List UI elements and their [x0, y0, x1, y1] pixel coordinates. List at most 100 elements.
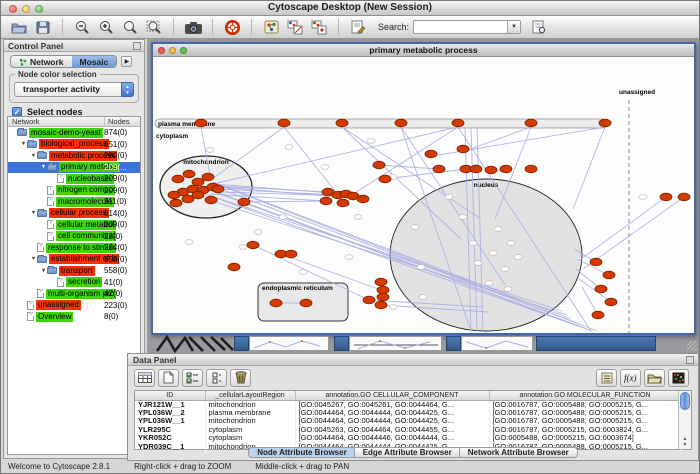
network-node[interactable]: [373, 161, 385, 169]
network-edge[interactable]: [465, 127, 531, 151]
attribute-table-icon[interactable]: [134, 369, 155, 387]
tab-edge-attribute-browser[interactable]: Edge Attribute Browser: [354, 447, 461, 458]
tab-node-attribute-browser[interactable]: Node Attribute Browser: [248, 447, 356, 458]
network-node[interactable]: [212, 185, 224, 193]
zoom-out-icon[interactable]: [70, 18, 94, 37]
zoom-fit-icon[interactable]: [142, 18, 166, 37]
open-file-icon[interactable]: [7, 18, 31, 37]
network-node[interactable]: [660, 193, 672, 201]
network-node[interactable]: [470, 165, 482, 173]
tree-row[interactable]: macromolecule311(0): [8, 196, 140, 208]
select-attributes-icon[interactable]: [182, 369, 203, 387]
network-window-titlebar[interactable]: primary metabolic process: [153, 44, 694, 57]
network-node[interactable]: [595, 285, 607, 293]
table-row[interactable]: YKR052Ccytoplasm[GO:0044464, GO:0044446,…: [135, 434, 681, 442]
network-node[interactable]: [285, 250, 297, 258]
tree-row[interactable]: ▼cellular process614(0): [8, 208, 140, 220]
network-node[interactable]: [433, 165, 445, 173]
network-node[interactable]: [192, 178, 204, 186]
column-header[interactable]: annotation.GO MOLECULAR_FUNCTION: [489, 391, 681, 400]
tree-row[interactable]: ▼biological_process651(0): [8, 139, 140, 151]
network-node[interactable]: [172, 175, 184, 183]
disclosure-triangle[interactable]: ▼: [40, 268, 47, 274]
network-node-outline[interactable]: [469, 241, 477, 246]
table-row[interactable]: YJR121W__1mitochondrion[GO:0045267, GO:0…: [135, 400, 681, 409]
network-node-outline[interactable]: [507, 241, 515, 246]
network-node-outline[interactable]: [417, 265, 425, 270]
attribute-mapper-icon[interactable]: [307, 18, 331, 37]
network-node[interactable]: [168, 191, 180, 199]
import-attributes-icon[interactable]: [644, 369, 665, 387]
search-dropdown-arrow[interactable]: ▼: [507, 21, 520, 33]
network-node[interactable]: [357, 195, 369, 203]
attribute-list-icon[interactable]: [596, 369, 617, 387]
network-node[interactable]: [336, 119, 348, 127]
network-node[interactable]: [457, 145, 469, 153]
network-node[interactable]: [238, 198, 250, 206]
network-node[interactable]: [270, 299, 282, 307]
network-node[interactable]: [592, 311, 604, 319]
network-node[interactable]: [599, 119, 611, 127]
tree-row[interactable]: unassigned223(0): [8, 300, 140, 312]
network-node-outline[interactable]: [206, 148, 214, 153]
search-input[interactable]: ▼: [413, 20, 521, 34]
tree-row[interactable]: multi-organism pro42(0): [8, 288, 140, 300]
network-node-outline[interactable]: [354, 215, 362, 220]
network-node[interactable]: [603, 271, 615, 279]
network-node-outline[interactable]: [254, 230, 262, 235]
network-graph[interactable]: plasma membranemitochondrionnucleusendop…: [153, 57, 694, 333]
network-node[interactable]: [485, 166, 497, 174]
network-node-outline[interactable]: [299, 270, 307, 275]
network-edge[interactable]: [355, 127, 458, 193]
disclosure-triangle[interactable]: ▼: [30, 256, 37, 262]
network-node-outline[interactable]: [501, 267, 509, 272]
network-node[interactable]: [525, 165, 537, 173]
tree-header[interactable]: Network Nodes: [8, 117, 140, 127]
formula-builder-icon[interactable]: f(x): [620, 369, 641, 387]
network-node[interactable]: [337, 199, 349, 207]
column-header[interactable]: _cellularLayoutRegion: [205, 391, 295, 400]
disclosure-triangle[interactable]: ▼: [20, 141, 27, 147]
network-node-outline[interactable]: [504, 287, 512, 292]
tab-network[interactable]: Network: [11, 56, 72, 67]
network-node-outline[interactable]: [321, 165, 329, 170]
network-edge[interactable]: [284, 127, 336, 192]
network-edge[interactable]: [244, 201, 326, 202]
network-edge[interactable]: [581, 197, 666, 259]
scrollbar-thumb[interactable]: [680, 392, 690, 410]
network-node-outline[interactable]: [494, 227, 502, 232]
tree-row[interactable]: ▼establishment of lo558(0): [8, 254, 140, 266]
table-scrollbar[interactable]: ▲▼: [678, 391, 691, 449]
network-edge[interactable]: [342, 127, 481, 219]
tree-column-nodes[interactable]: Nodes: [104, 117, 140, 126]
network-node-outline[interactable]: [239, 245, 247, 250]
table-row[interactable]: YPL036W__1mitochondrion[GO:0044464, GO:0…: [135, 417, 681, 425]
tree-row[interactable]: nucleobase-209(0): [8, 173, 140, 185]
network-node[interactable]: [678, 193, 690, 201]
search-options-icon[interactable]: [527, 18, 551, 37]
network-node[interactable]: [205, 196, 217, 204]
network-node[interactable]: [320, 197, 332, 205]
table-row[interactable]: YPL036W__2plasma membrane[GO:0044464, GO…: [135, 409, 681, 417]
network-node-outline[interactable]: [489, 251, 497, 256]
network-node-outline[interactable]: [419, 295, 427, 300]
network-node[interactable]: [300, 299, 312, 307]
column-header[interactable]: annotation.GO CELLULAR_COMPONENT: [295, 391, 489, 400]
network-node[interactable]: [377, 293, 389, 301]
tree-row[interactable]: cell communicat22(0): [8, 231, 140, 243]
network-overview-icon[interactable]: [259, 18, 283, 37]
network-node-outline[interactable]: [445, 195, 453, 200]
unselect-attributes-icon[interactable]: [206, 369, 227, 387]
float-panel-icon[interactable]: [686, 356, 694, 364]
save-session-icon[interactable]: [31, 18, 55, 37]
network-node[interactable]: [605, 298, 617, 306]
network-node[interactable]: [379, 175, 391, 183]
tree-row[interactable]: ▼primary metabo209(...: [8, 162, 140, 174]
node-color-dropdown[interactable]: transporter activity ▲▼: [14, 82, 134, 97]
compartment-plasma-membrane[interactable]: [155, 119, 607, 128]
network-node[interactable]: [395, 119, 407, 127]
network-node-outline[interactable]: [474, 261, 482, 266]
network-canvas[interactable]: plasma membranemitochondrionnucleusendop…: [153, 57, 694, 333]
help-ring-icon[interactable]: [220, 18, 244, 37]
network-node[interactable]: [375, 301, 387, 309]
